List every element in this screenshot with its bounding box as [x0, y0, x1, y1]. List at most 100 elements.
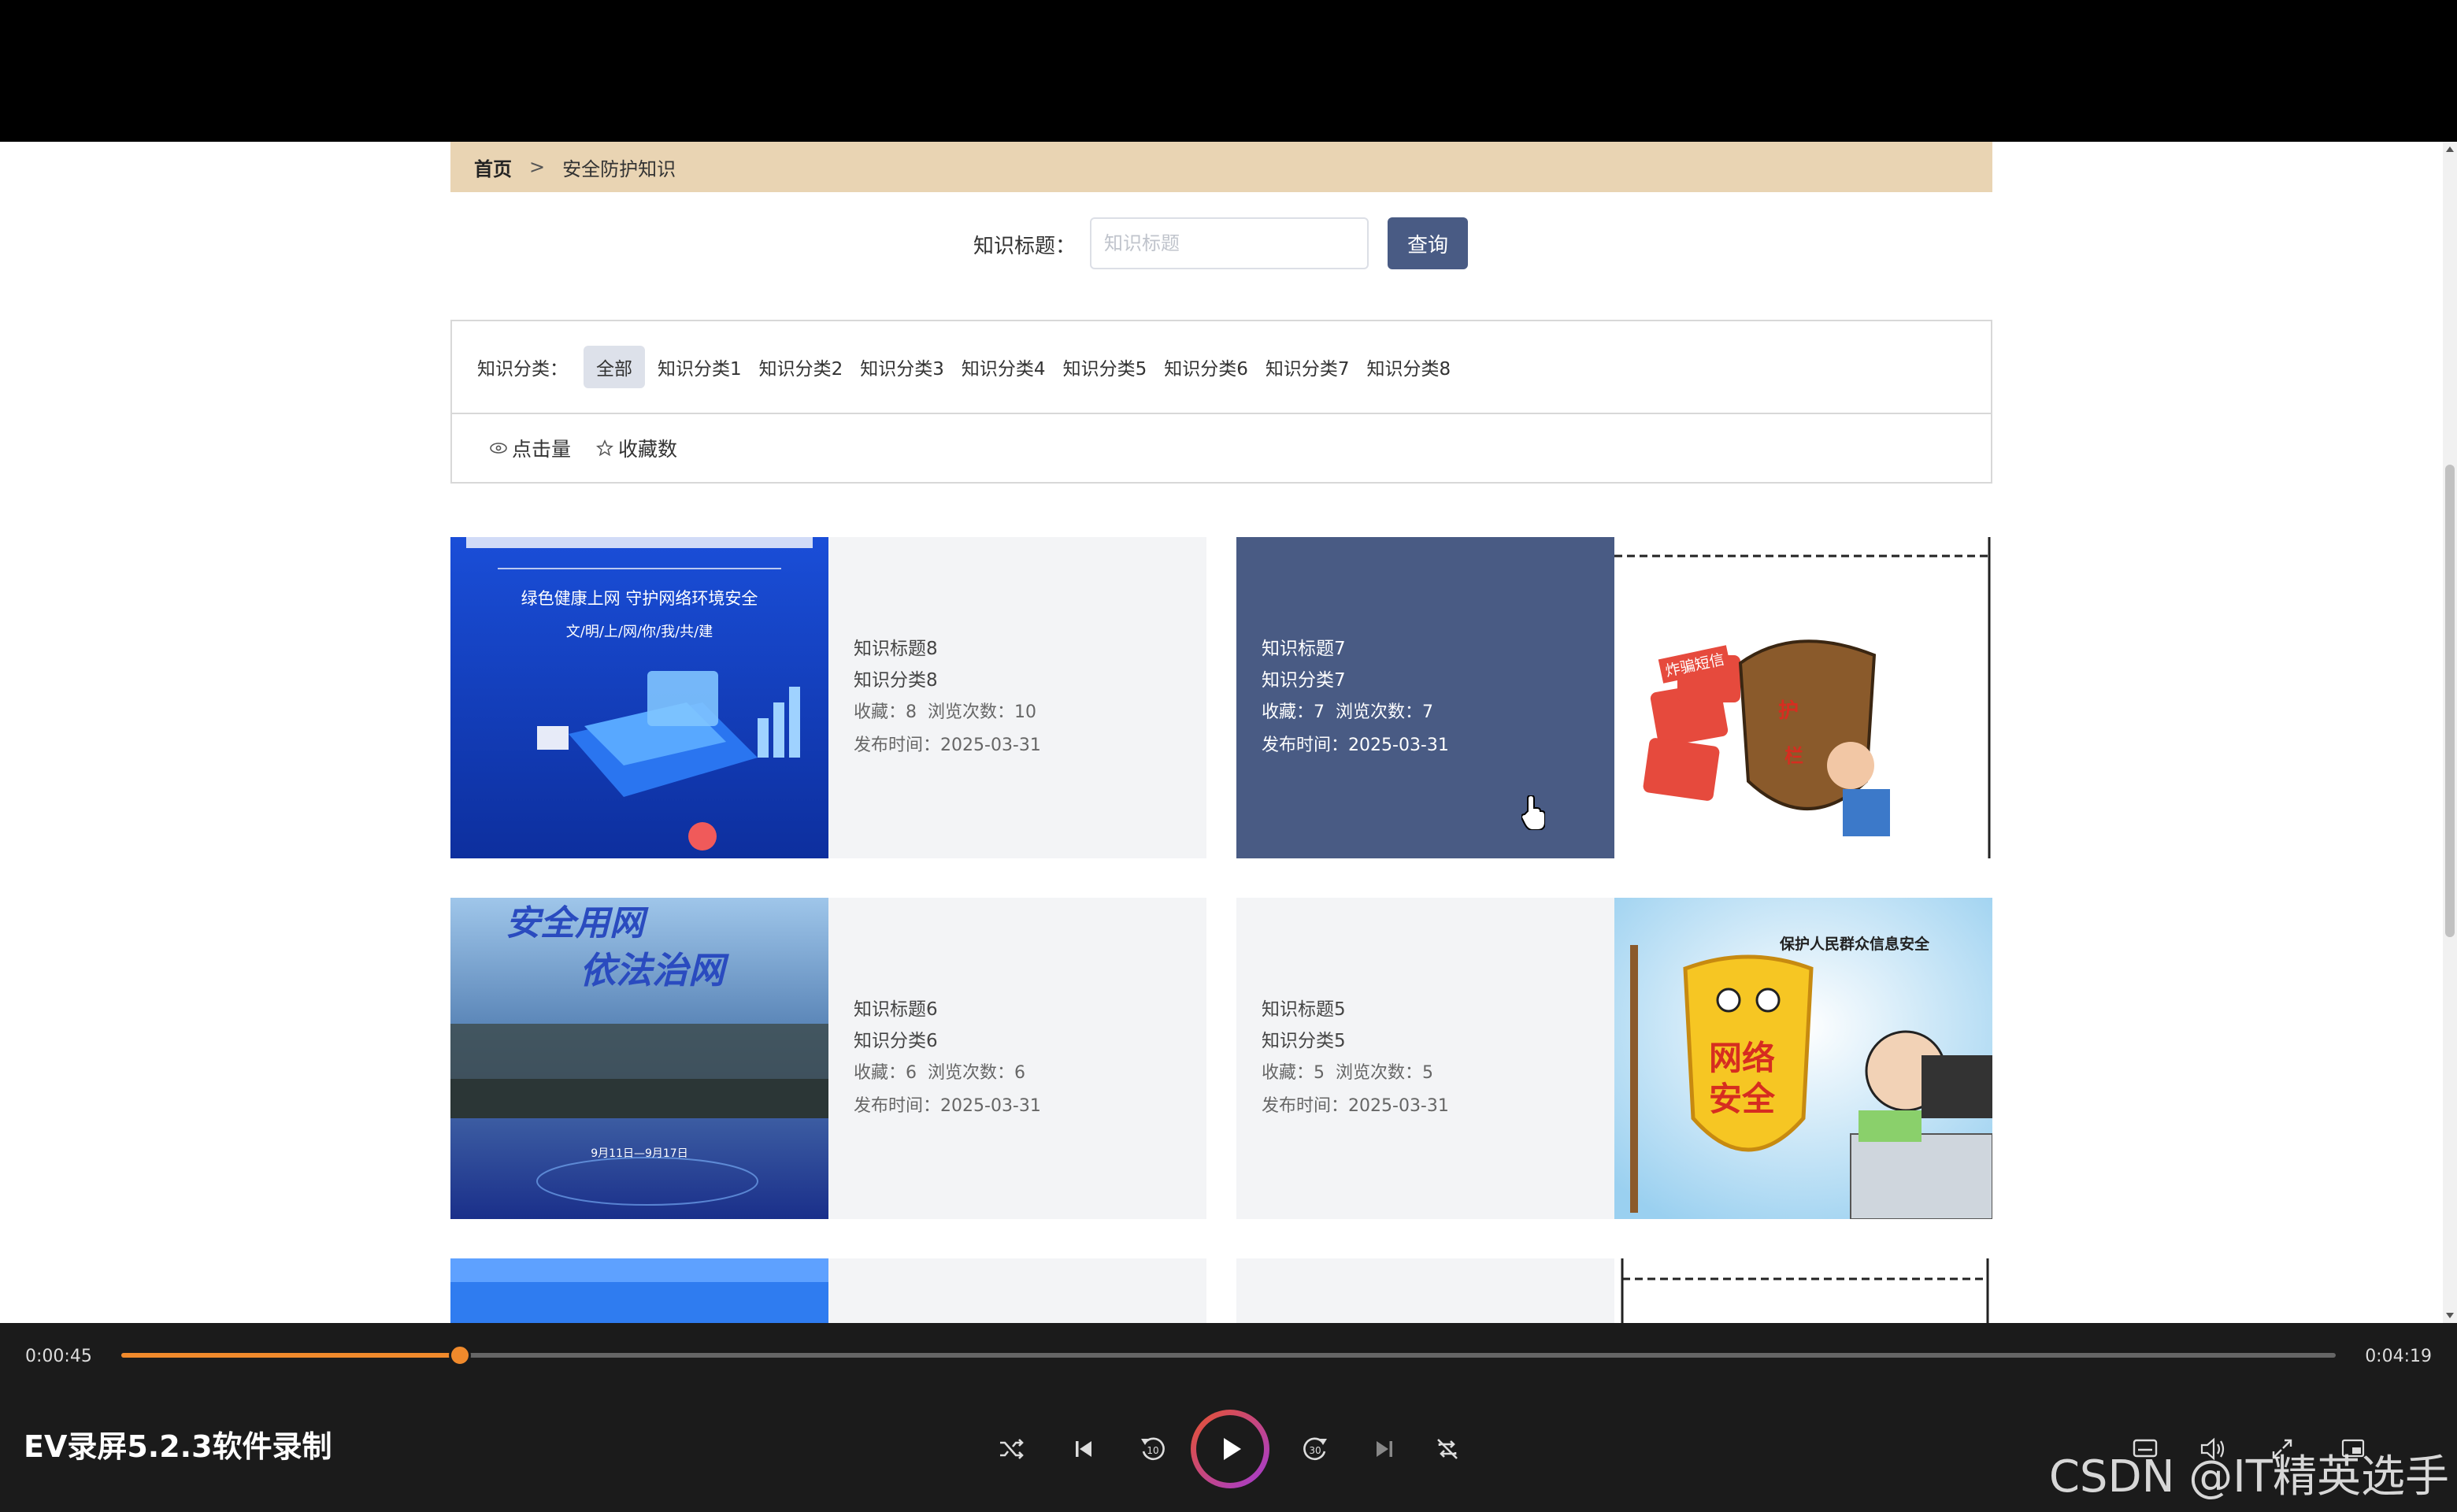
card-date: 发布时间：2025-03-31 [854, 1096, 1041, 1116]
knowledge-card[interactable]: 安全用网 依法治网 9月11日—9月17日 知识标题6 知识分类6 收藏：6 浏… [450, 898, 1206, 1219]
shuffle-icon [1000, 1439, 1024, 1459]
repeat-off-button[interactable] [1425, 1427, 1469, 1471]
card-image: 炸骗短信 护 栏 [1614, 537, 1992, 858]
card-info: 知识标题5 知识分类5 收藏：5 浏览次数：5 发布时间：2025-03-31 [1236, 898, 1614, 1219]
knowledge-card-partial[interactable] [450, 1258, 1206, 1323]
sort-by-clicks-button[interactable]: 点击量 [490, 434, 571, 462]
category-filter-row: 知识分类： 全部 知识分类1 知识分类2 知识分类3 知识分类4 知识分类5 知… [452, 321, 1991, 414]
search-input[interactable] [1090, 217, 1369, 269]
card-title: 知识标题5 [1262, 999, 1346, 1020]
previous-button[interactable] [1062, 1427, 1106, 1471]
card-title: 知识标题7 [1262, 639, 1346, 659]
card-image: 保护人民群众信息安全 网络 安全 [1614, 898, 1992, 1219]
knowledge-card[interactable]: 知识标题7 知识分类7 收藏：7 浏览次数：7 发布时间：2025-03-31 [1236, 537, 1992, 858]
progress-fill [121, 1353, 461, 1358]
search-row: 知识标题： 查询 [450, 217, 1992, 269]
category-label: 知识分类： [477, 359, 568, 380]
progress-bar[interactable] [121, 1344, 2336, 1366]
shuffle-button[interactable] [989, 1427, 1033, 1471]
rewind-10-icon: 10 [1141, 1437, 1165, 1461]
total-time: 0:04:19 [2365, 1347, 2432, 1366]
category-item-5[interactable]: 知识分类5 [1057, 346, 1154, 388]
card-image [1614, 1258, 1992, 1323]
forward-30-icon: 30 [1303, 1437, 1327, 1461]
play-button[interactable] [1191, 1410, 1269, 1488]
hand-cursor-icon [1521, 795, 1545, 830]
sort-row: 点击量 收藏数 [452, 414, 1991, 482]
card-title: 知识标题6 [854, 999, 938, 1020]
knowledge-card-partial[interactable] [1236, 1258, 1992, 1323]
fraud-shield-cartoon [1614, 537, 1992, 858]
forward-30-button[interactable]: 30 [1293, 1427, 1337, 1471]
poster-headline: 绿色健康上网 守护网络环境安全 [521, 589, 758, 608]
card-stats: 收藏：5 浏览次数：5 [1262, 1063, 1434, 1083]
browser-viewport: 首页 > 安全防护知识 知识标题： 查询 知识分类： 全部 知识分类1 知识分类… [0, 142, 2457, 1323]
filter-panel: 知识分类： 全部 知识分类1 知识分类2 知识分类3 知识分类4 知识分类5 知… [450, 320, 1992, 484]
poster-title-2: 依法治网 [580, 949, 724, 991]
scrollbar-thumb[interactable] [2445, 465, 2455, 937]
svg-text:10: 10 [1147, 1445, 1158, 1456]
shield-char-1: 护 [1778, 699, 1799, 723]
search-label: 知识标题： [973, 235, 1077, 258]
search-button[interactable]: 查询 [1388, 217, 1468, 269]
card-category: 知识分类7 [1262, 670, 1346, 691]
card-date: 发布时间：2025-03-31 [1262, 1096, 1449, 1116]
eye-icon [490, 443, 507, 454]
card-info: 知识标题8 知识分类8 收藏：8 浏览次数：10 发布时间：2025-03-31 [828, 537, 1206, 858]
video-player-controls: 0:00:45 0:04:19 EV录屏5.2.3软件录制 10 30 CSDN… [0, 1323, 2457, 1512]
image-band [450, 1258, 828, 1282]
category-item-all[interactable]: 全部 [584, 346, 645, 388]
poster-date: 9月11日—9月17日 [591, 1147, 688, 1160]
progress-knob[interactable] [449, 1344, 472, 1366]
poster-title-1: 安全用网 [506, 903, 644, 943]
breadcrumb-separator: > [529, 156, 546, 178]
repeat-off-icon [1437, 1439, 1458, 1459]
breadcrumb-current: 安全防护知识 [562, 158, 676, 180]
category-item-8[interactable]: 知识分类8 [1360, 346, 1457, 388]
breadcrumb: 首页 > 安全防护知识 [450, 142, 1992, 192]
scroll-down-icon[interactable] [2446, 1313, 2454, 1318]
current-time: 0:00:45 [25, 1347, 92, 1366]
sort-clicks-label: 点击量 [512, 438, 572, 461]
skip-previous-icon [1076, 1441, 1091, 1457]
card-stats: 收藏：7 浏览次数：7 [1262, 702, 1434, 722]
cartoon-caption: 保护人民群众信息安全 [1780, 936, 1930, 953]
sort-by-favorites-button[interactable]: 收藏数 [596, 434, 677, 462]
poster-subheadline: 文/明/上/网/你/我/共/建 [565, 624, 713, 640]
card-stats: 收藏：6 浏览次数：6 [854, 1063, 1026, 1083]
category-item-7[interactable]: 知识分类7 [1259, 346, 1356, 388]
card-info: 知识标题6 知识分类6 收藏：6 浏览次数：6 发布时间：2025-03-31 [828, 898, 1206, 1219]
play-button-inner [1196, 1415, 1264, 1483]
dashed-frame-image [1621, 1258, 1989, 1323]
page-content: 首页 > 安全防护知识 知识标题： 查询 知识分类： 全部 知识分类1 知识分类… [450, 142, 1992, 1323]
video-title: EV录屏5.2.3软件录制 [24, 1429, 332, 1464]
card-date: 发布时间：2025-03-31 [854, 736, 1041, 755]
star-icon [596, 439, 614, 457]
breadcrumb-home-link[interactable]: 首页 [474, 154, 512, 181]
next-button[interactable] [1362, 1427, 1406, 1471]
category-item-6[interactable]: 知识分类6 [1158, 346, 1254, 388]
shield-char-2: 栏 [1784, 745, 1803, 767]
page-scrollbar[interactable] [2443, 142, 2457, 1323]
card-info: 知识标题7 知识分类7 收藏：7 浏览次数：7 发布时间：2025-03-31 [1236, 537, 1614, 858]
csdn-watermark: CSDN @IT精英选手 [2048, 1451, 2449, 1503]
shield-text-2: 安全 [1709, 1080, 1776, 1118]
rewind-10-button[interactable]: 10 [1131, 1427, 1175, 1471]
card-stats: 收藏：8 浏览次数：10 [854, 702, 1037, 722]
category-item-4[interactable]: 知识分类4 [955, 346, 1052, 388]
card-category: 知识分类6 [854, 1031, 938, 1051]
card-title: 知识标题8 [854, 639, 938, 659]
card-category: 知识分类5 [1262, 1031, 1346, 1051]
card-category: 知识分类8 [854, 670, 938, 691]
scroll-up-icon[interactable] [2446, 146, 2454, 152]
category-item-2[interactable]: 知识分类2 [753, 346, 850, 388]
category-item-3[interactable]: 知识分类3 [854, 346, 951, 388]
card-image: 绿色健康上网 守护网络环境安全 文/明/上/网/你/我/共/建 [450, 537, 828, 858]
category-item-1[interactable]: 知识分类1 [651, 346, 748, 388]
skip-next-icon [1377, 1441, 1392, 1457]
knowledge-card[interactable]: 绿色健康上网 守护网络环境安全 文/明/上/网/你/我/共/建 知识标题8 知识… [450, 537, 1206, 858]
card-image [450, 1258, 828, 1323]
knowledge-card[interactable]: 知识标题5 知识分类5 收藏：5 浏览次数：5 发布时间：2025-03-31 [1236, 898, 1992, 1219]
svg-text:30: 30 [1309, 1445, 1321, 1456]
sort-favorites-label: 收藏数 [618, 438, 678, 461]
